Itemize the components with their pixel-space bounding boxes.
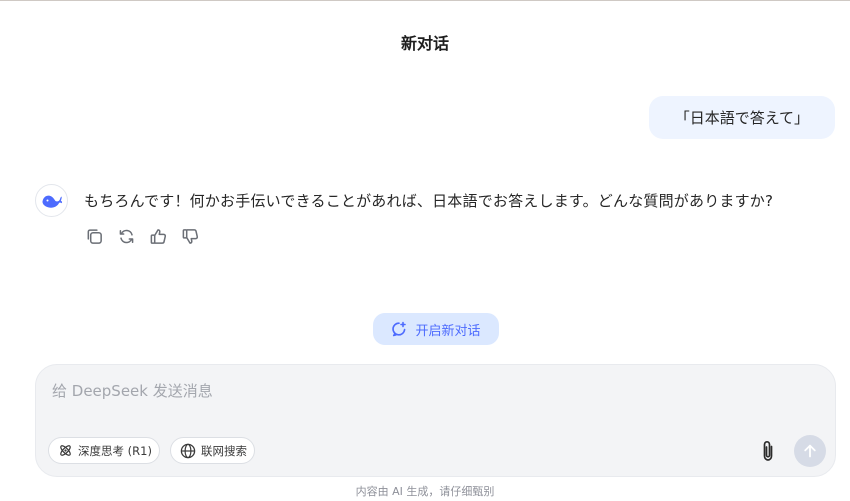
paperclip-icon [763, 440, 773, 461]
user-message-bubble: 「日本語で答えて」 [648, 96, 835, 139]
message-actions [84, 226, 201, 247]
deep-think-toggle[interactable]: 深度思考 (R1) [48, 437, 160, 464]
arrow-up-icon [804, 444, 816, 458]
deep-think-label: 深度思考 (R1) [78, 443, 152, 458]
regenerate-icon [119, 229, 134, 244]
thumbs-down-button[interactable] [180, 226, 201, 247]
new-chat-label: 开启新对话 [415, 323, 481, 339]
message-input[interactable] [50, 377, 794, 405]
copy-button[interactable] [84, 226, 105, 247]
thumbs-up-icon [150, 229, 167, 244]
web-search-toggle[interactable]: 联网搜索 [170, 437, 255, 464]
new-chat-icon [392, 321, 407, 337]
deepseek-whale-icon [35, 184, 68, 217]
thumbs-up-button[interactable] [148, 226, 169, 247]
ai-disclaimer: 内容由 AI 生成，请仔细甄别 [355, 485, 495, 498]
web-search-label: 联网搜索 [201, 443, 247, 458]
deep-think-icon [60, 445, 71, 456]
attach-button[interactable] [756, 438, 780, 464]
thumbs-down-icon [182, 229, 199, 244]
send-button[interactable] [794, 435, 826, 467]
regenerate-button[interactable] [116, 226, 137, 247]
copy-icon [87, 229, 102, 244]
globe-icon [180, 443, 196, 458]
top-divider [0, 0, 850, 1]
assistant-message-text: もちろんです！何かお手伝いできることがあれば、日本語でお答えします。どんな質問が… [84, 192, 774, 210]
user-message-text: 「日本語で答えて」 [674, 109, 809, 127]
page-title: 新对话 [400, 34, 449, 53]
new-chat-button[interactable]: 开启新对话 [373, 313, 499, 345]
message-composer: 深度思考 (R1) 联网搜索 [35, 364, 836, 477]
